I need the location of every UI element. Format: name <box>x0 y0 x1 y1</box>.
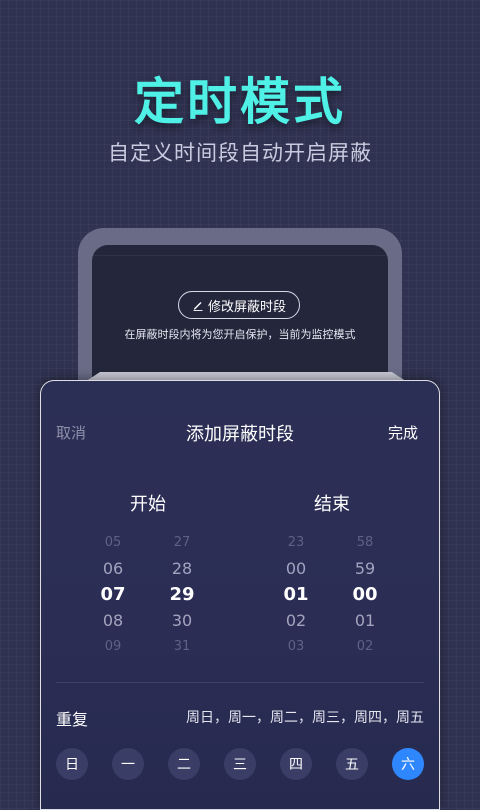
picker-option: 06 <box>102 559 124 578</box>
end-hour-picker[interactable]: 23 00 01 02 03 <box>266 530 326 660</box>
day-toggle-sat[interactable]: 六 <box>392 748 424 780</box>
picker-option: 03 <box>287 639 305 654</box>
cancel-button[interactable]: 取消 <box>56 422 86 443</box>
day-toggle-tue[interactable]: 二 <box>168 748 200 780</box>
picker-selected: 29 <box>169 584 195 605</box>
repeat-summary: 周日，周一，周二，周三，周四，周五 <box>186 710 424 726</box>
picker-option: 02 <box>356 639 374 654</box>
day-toggle-fri[interactable]: 五 <box>336 748 368 780</box>
picker-option: 59 <box>354 559 376 578</box>
day-toggle-mon[interactable]: 一 <box>112 748 144 780</box>
start-hour-picker[interactable]: 05 06 07 08 09 <box>83 530 143 660</box>
picker-option: 58 <box>356 535 374 550</box>
edit-period-button[interactable]: 修改屏蔽时段 <box>178 291 300 319</box>
picker-option: 09 <box>104 639 122 654</box>
repeat-label: 重复 <box>56 710 89 729</box>
protection-status-text: 在屏蔽时段内将为您开启保护，当前为监控模式 <box>124 328 356 341</box>
picker-option: 02 <box>285 611 307 630</box>
weekday-selector: 日 一 二 三 四 五 六 <box>56 748 424 780</box>
picker-option: 30 <box>171 611 193 630</box>
pencil-icon <box>192 299 204 311</box>
hero-title: 定时模式 <box>134 73 346 131</box>
picker-option: 27 <box>173 535 191 550</box>
divider <box>56 682 424 683</box>
day-toggle-wed[interactable]: 三 <box>224 748 256 780</box>
start-label: 开始 <box>130 494 166 515</box>
picker-selected: 00 <box>352 584 378 605</box>
day-toggle-thu[interactable]: 四 <box>280 748 312 780</box>
picker-option: 31 <box>173 639 191 654</box>
picker-option: 05 <box>104 535 122 550</box>
start-minute-picker[interactable]: 27 28 29 30 31 <box>152 530 212 660</box>
picker-option: 08 <box>102 611 124 630</box>
sheet-title: 添加屏蔽时段 <box>186 424 294 445</box>
edit-period-label: 修改屏蔽时段 <box>207 299 286 315</box>
picker-option: 23 <box>287 535 305 550</box>
screen-divider <box>92 255 388 256</box>
end-minute-picker[interactable]: 58 59 00 01 02 <box>335 530 395 660</box>
end-label: 结束 <box>314 494 350 515</box>
picker-selected: 07 <box>100 584 126 605</box>
day-toggle-sun[interactable]: 日 <box>56 748 88 780</box>
picker-option: 01 <box>354 611 376 630</box>
picker-option: 00 <box>285 559 307 578</box>
picker-option: 28 <box>171 559 193 578</box>
hero-subtitle: 自定义时间段自动开启屏蔽 <box>108 141 372 165</box>
done-button[interactable]: 完成 <box>388 422 418 443</box>
picker-selected: 01 <box>283 584 309 605</box>
